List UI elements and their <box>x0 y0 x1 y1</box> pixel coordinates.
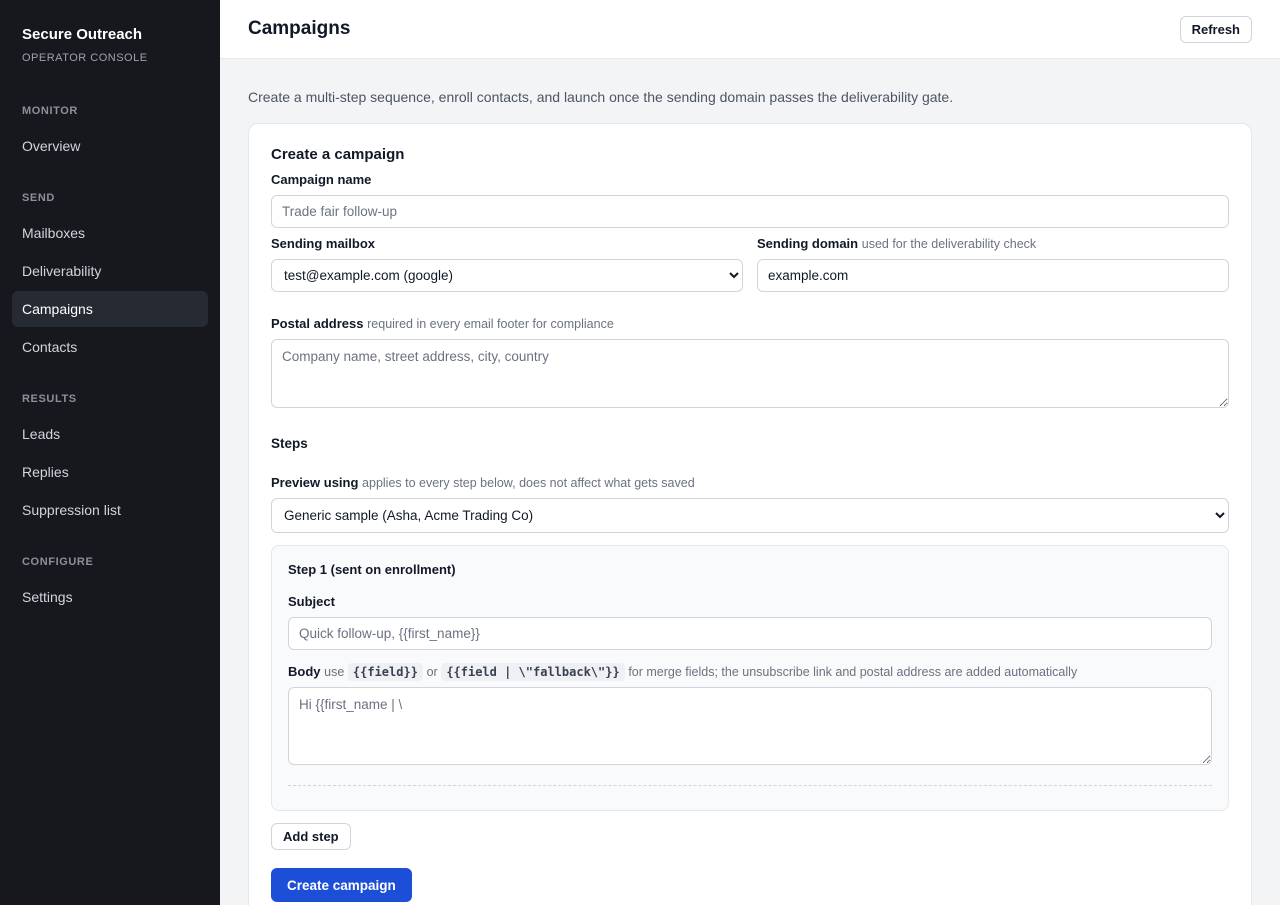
postal-address-field: Postal address required in every email f… <box>271 316 1229 411</box>
body-textarea[interactable] <box>288 687 1212 765</box>
sending-mailbox-select[interactable]: test@example.com (google) <box>271 259 743 292</box>
preview-label-wrap: Preview using applies to every step belo… <box>271 475 1229 490</box>
subject-label: Subject <box>288 594 335 609</box>
brand-title: Secure Outreach <box>22 26 143 43</box>
nav-section-monitor: MONITOR <box>22 105 78 117</box>
postal-address-label-wrap: Postal address required in every email f… <box>271 316 1229 331</box>
preview-label: Preview using <box>271 475 359 490</box>
sending-domain-label: Sending domain <box>757 236 859 251</box>
create-campaign-card: Create a campaign Campaign name Sending … <box>248 123 1252 905</box>
preview-field: Preview using applies to every step belo… <box>271 475 1229 533</box>
step-1-box: Step 1 (sent on enrollment) Subject Body… <box>271 545 1229 811</box>
body-hint-rest: for merge fields; the unsubscribe link a… <box>628 665 1078 679</box>
add-step-wrap: Add step <box>271 823 1229 850</box>
card-title: Create a campaign <box>271 146 405 163</box>
preview-hint: applies to every step below, does not af… <box>362 476 695 490</box>
brand-subtitle: OPERATOR CONSOLE <box>22 52 148 64</box>
sending-domain-hint: used for the deliverability check <box>861 237 1037 251</box>
sidebar-item-campaigns[interactable]: Campaigns <box>12 291 208 327</box>
steps-heading: Steps <box>271 436 308 451</box>
sidebar-item-overview[interactable]: Overview <box>12 128 208 164</box>
campaign-name-field: Campaign name <box>271 172 1229 228</box>
subject-field: Subject <box>288 594 1212 650</box>
mailbox-domain-row: Sending mailbox test@example.com (google… <box>271 236 1229 300</box>
sidebar-item-leads[interactable]: Leads <box>12 416 208 452</box>
campaign-name-input[interactable] <box>271 195 1229 228</box>
nav-section-configure: CONFIGURE <box>22 556 94 568</box>
refresh-button[interactable]: Refresh <box>1179 15 1252 43</box>
sending-domain-field: Sending domain used for the deliverabili… <box>757 236 1229 292</box>
sidebar-item-suppression-list[interactable]: Suppression list <box>12 492 208 528</box>
body-hint-or: or <box>426 665 438 679</box>
body-hint-use: use <box>324 665 345 679</box>
intro-text: Create a multi-step sequence, enroll con… <box>248 89 954 105</box>
campaign-name-label: Campaign name <box>271 172 372 187</box>
sidebar-item-deliverability[interactable]: Deliverability <box>12 253 208 289</box>
sending-mailbox-field: Sending mailbox test@example.com (google… <box>271 236 743 292</box>
postal-address-hint: required in every email footer for compl… <box>367 317 614 331</box>
postal-address-textarea[interactable] <box>271 339 1229 408</box>
nav-section-send: SEND <box>22 192 55 204</box>
postal-address-label: Postal address <box>271 316 364 331</box>
page-title: Campaigns <box>248 18 351 39</box>
body-label: Body <box>288 664 321 679</box>
merge-token-fallback: {{field | \"fallback\"}} <box>441 663 625 681</box>
nav-section-results: RESULTS <box>22 393 77 405</box>
step-1-title: Step 1 (sent on enrollment) <box>288 562 456 577</box>
sidebar-item-contacts[interactable]: Contacts <box>12 329 208 365</box>
body-field: Body use {{field}} or {{field | \"fallba… <box>288 663 1212 768</box>
main-area: Campaigns Refresh Create a multi-step se… <box>220 0 1280 905</box>
sending-domain-label-wrap: Sending domain used for the deliverabili… <box>757 236 1229 251</box>
sending-mailbox-label: Sending mailbox <box>271 236 376 251</box>
step-divider <box>288 785 1212 786</box>
create-wrap: Create campaign <box>271 868 1229 902</box>
sidebar-item-replies[interactable]: Replies <box>12 454 208 490</box>
body-label-wrap: Body use {{field}} or {{field | \"fallba… <box>288 663 1212 681</box>
sidebar: Secure Outreach OPERATOR CONSOLE MONITOR… <box>0 0 220 905</box>
subject-input[interactable] <box>288 617 1212 650</box>
content: Create a multi-step sequence, enroll con… <box>220 59 1280 905</box>
create-campaign-button[interactable]: Create campaign <box>271 868 412 902</box>
add-step-button[interactable]: Add step <box>271 823 351 850</box>
app-root: Secure Outreach OPERATOR CONSOLE MONITOR… <box>0 0 1280 905</box>
sending-domain-input[interactable] <box>757 259 1229 292</box>
merge-token-field: {{field}} <box>347 663 423 681</box>
sidebar-item-mailboxes[interactable]: Mailboxes <box>12 215 208 251</box>
sidebar-item-settings[interactable]: Settings <box>12 579 208 615</box>
preview-select[interactable]: Generic sample (Asha, Acme Trading Co) <box>271 498 1229 533</box>
top-bar: Campaigns Refresh <box>220 0 1280 59</box>
